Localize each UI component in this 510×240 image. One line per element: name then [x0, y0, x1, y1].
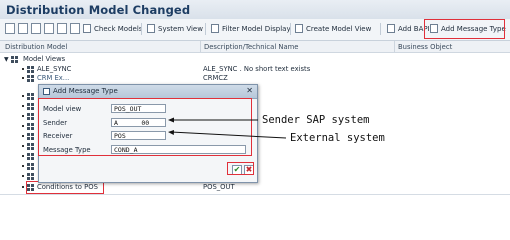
tree-bullet: [22, 135, 24, 137]
toolbar-separator: [380, 23, 381, 35]
tree-bullet: [22, 145, 24, 147]
collapse-icon[interactable]: [70, 23, 80, 34]
dialog-buttons-highlight: [227, 162, 254, 175]
check-models-button[interactable]: Check Models: [82, 22, 142, 36]
document-icon: [387, 24, 395, 33]
tree-root[interactable]: ▼ Model Views: [4, 55, 65, 64]
column-distribution-model: Distribution Model: [5, 42, 68, 51]
column-divider: [394, 41, 395, 52]
column-description: Description/Technical Name: [204, 42, 299, 51]
edit-icon[interactable]: [5, 23, 15, 34]
tree-bullet: [22, 95, 24, 97]
add-message-type-highlight: [424, 19, 505, 39]
tree-item-hidden[interactable]: [22, 102, 37, 111]
tree-bullet: [22, 77, 24, 79]
system-view-button[interactable]: System View: [146, 22, 203, 36]
model-view-icon: [27, 92, 35, 100]
tree-item-hidden[interactable]: [22, 142, 37, 151]
tree-item-conditions-description: POS_OUT: [203, 183, 235, 191]
model-view-icon: [27, 112, 35, 120]
model-view-icon: [27, 132, 35, 140]
check-icon: [83, 24, 91, 33]
receiver-annotation: External system: [290, 132, 385, 144]
tree-item-hidden[interactable]: [22, 112, 37, 121]
sender-annotation: Sender SAP system: [262, 114, 370, 126]
tree-bullet: [22, 105, 24, 107]
tree-item-hidden[interactable]: [22, 132, 37, 141]
tree-bullet: [22, 115, 24, 117]
dialog-title: Add Message Type: [53, 87, 118, 95]
tree-item-hidden[interactable]: [22, 92, 37, 101]
tree-bullet: [22, 186, 24, 188]
document-icon: [295, 24, 303, 33]
tree-item-crm[interactable]: CRM Ex...: [22, 74, 69, 83]
title-bar: Distribution Model Changed: [0, 0, 510, 20]
column-business-object: Business Object: [398, 42, 453, 51]
model-view-icon: [27, 162, 35, 170]
divider: [0, 194, 510, 195]
dialog-icon: [43, 88, 50, 95]
model-view-icon: [27, 122, 35, 130]
close-icon[interactable]: ✕: [246, 86, 253, 95]
model-view-icon: [27, 74, 35, 82]
toolbar-separator: [205, 23, 206, 35]
model-views-icon: [10, 55, 19, 63]
toolbar-separator: [290, 23, 291, 35]
model-view-icon: [27, 172, 35, 180]
copy-icon[interactable]: [44, 23, 54, 34]
dialog-fields-highlight: [38, 98, 252, 156]
tree-item-crm-description: CRMCZ: [203, 74, 228, 82]
tree-expand-icon: ▼: [4, 56, 9, 63]
dialog-title-bar[interactable]: Add Message Type ✕: [39, 85, 257, 99]
column-divider: [200, 41, 201, 52]
tree-bullet: [22, 165, 24, 167]
system-view-icon: [147, 24, 155, 33]
model-view-icon: [27, 142, 35, 150]
create-model-view-button[interactable]: Create Model View: [294, 22, 371, 36]
delete-icon[interactable]: [18, 23, 28, 34]
tree-bullet: [22, 155, 24, 157]
tree-item-ale-sync-description: ALE_SYNC . No short text exists: [203, 65, 311, 73]
model-view-icon: [27, 65, 35, 73]
search-icon[interactable]: [31, 23, 41, 34]
tree-item-hidden[interactable]: [22, 172, 37, 181]
tree-item-ale-sync[interactable]: ALE_SYNC: [22, 65, 71, 74]
model-view-icon: [27, 102, 35, 110]
toolbar-separator: [141, 23, 142, 35]
tree-item-hidden[interactable]: [22, 162, 37, 171]
tree-bullet: [22, 68, 24, 70]
tree-bullet: [22, 125, 24, 127]
filter-model-display-button[interactable]: Filter Model Display: [210, 22, 291, 36]
expand-icon[interactable]: [57, 23, 67, 34]
tree-bullet: [22, 175, 24, 177]
model-view-icon: [27, 152, 35, 160]
window-title: Distribution Model Changed: [6, 3, 191, 17]
column-header-row: Distribution Model Description/Technical…: [0, 41, 510, 53]
tree-item-hidden[interactable]: [22, 152, 37, 161]
tree-item-hidden[interactable]: [22, 122, 37, 131]
filter-icon: [211, 24, 219, 33]
